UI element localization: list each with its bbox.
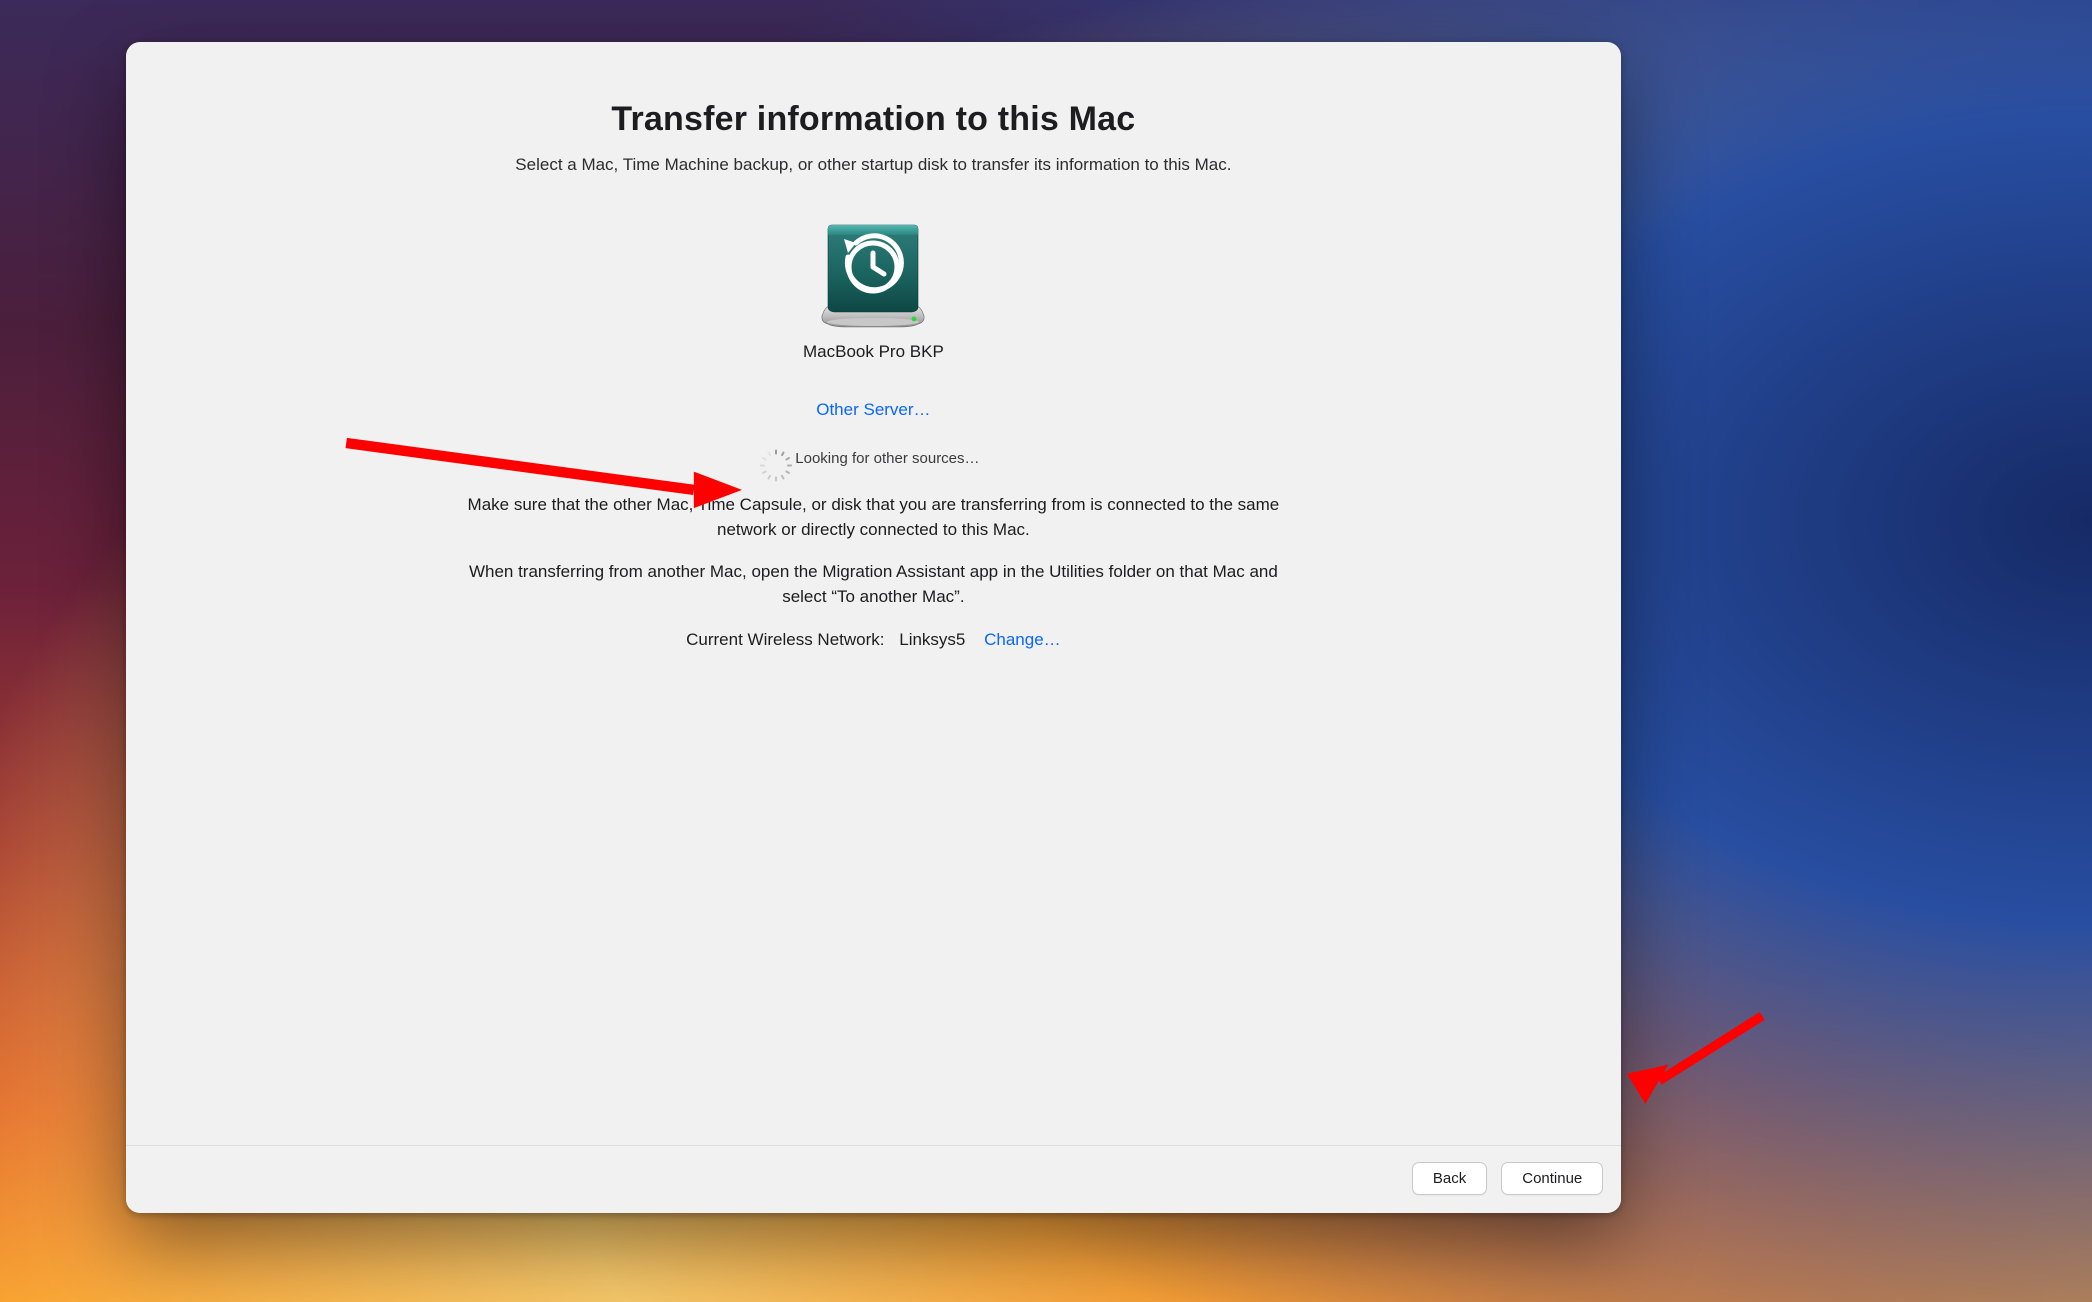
help-text: Make sure that the other Mac, Time Capsu… xyxy=(463,492,1283,610)
current-network-row: Current Wireless Network: Linksys5 Chang… xyxy=(686,630,1061,650)
help-text-line-1: Make sure that the other Mac, Time Capsu… xyxy=(463,492,1283,543)
time-machine-disk-icon xyxy=(818,219,928,336)
source-item-time-machine-disk[interactable]: MacBook Pro BKP xyxy=(803,219,944,362)
other-server-link[interactable]: Other Server… xyxy=(816,400,930,420)
footer-bar: Back Continue xyxy=(126,1145,1622,1213)
change-network-link[interactable]: Change… xyxy=(984,630,1061,649)
spinner-icon xyxy=(767,450,785,468)
migration-assistant-window: Transfer information to this Mac Select … xyxy=(126,42,1622,1214)
help-text-line-2: When transferring from another Mac, open… xyxy=(463,559,1283,610)
page-title: Transfer information to this Mac xyxy=(611,100,1135,139)
looking-status: Looking for other sources… xyxy=(767,450,979,468)
looking-status-text: Looking for other sources… xyxy=(795,450,979,467)
back-button[interactable]: Back xyxy=(1412,1162,1487,1195)
current-network-name: Linksys5 xyxy=(899,630,965,649)
current-network-label: Current Wireless Network: xyxy=(686,630,884,649)
content-area: Transfer information to this Mac Select … xyxy=(126,42,1622,1146)
page-subtitle: Select a Mac, Time Machine backup, or ot… xyxy=(515,155,1231,175)
continue-button[interactable]: Continue xyxy=(1501,1162,1603,1195)
source-item-label: MacBook Pro BKP xyxy=(803,342,944,362)
